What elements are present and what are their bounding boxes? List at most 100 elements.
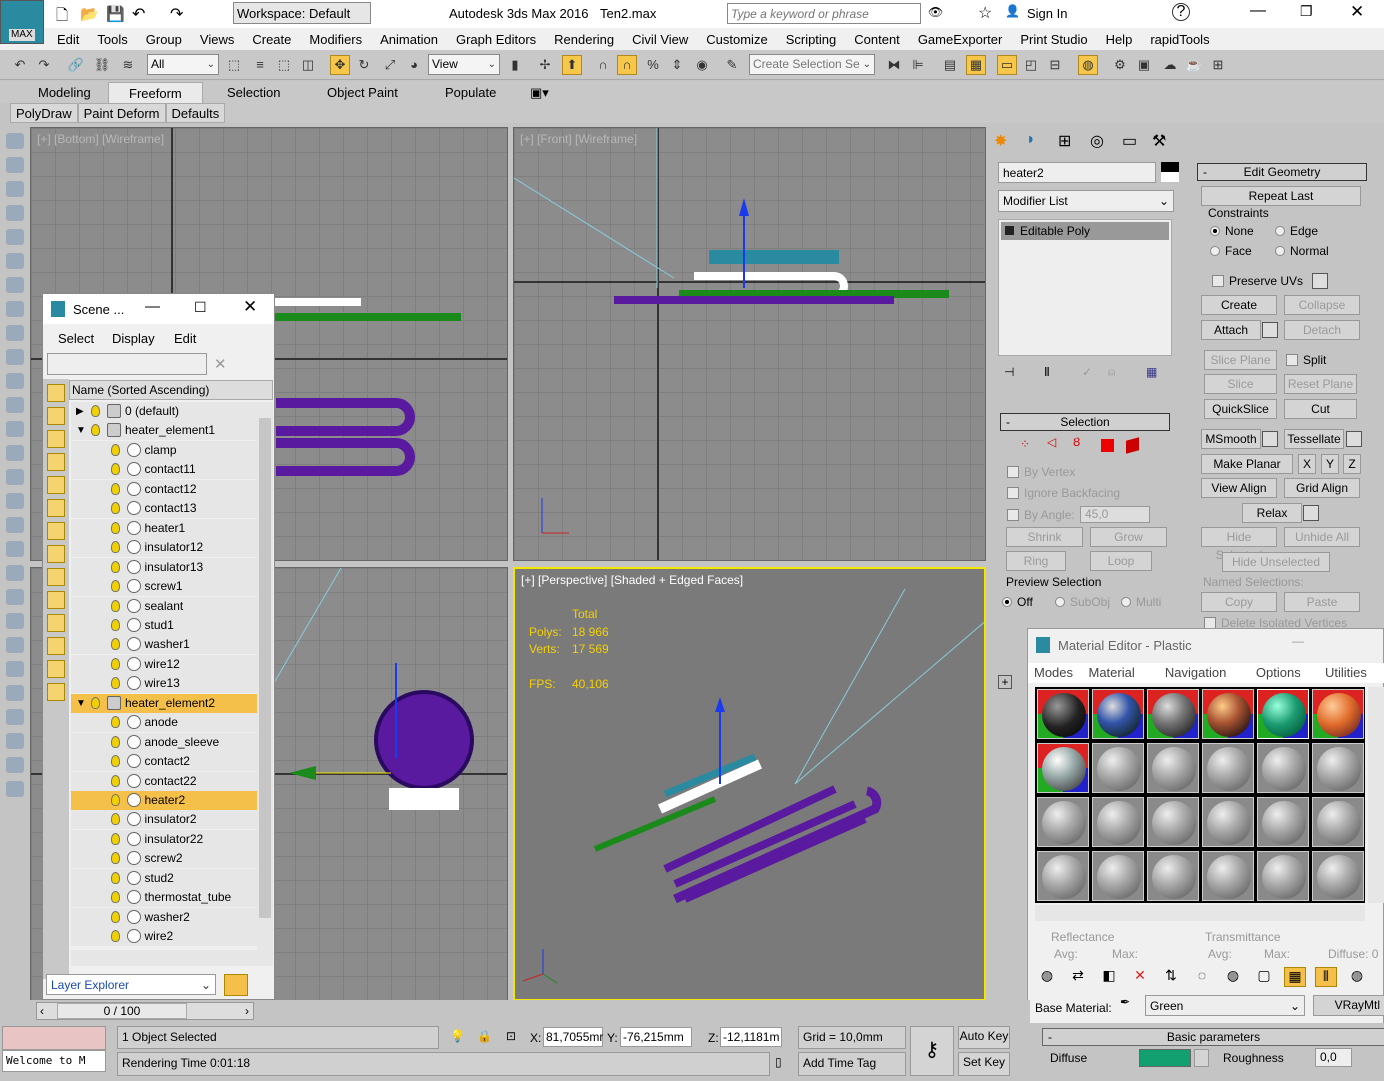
scene-list-item[interactable]: washer2 — [71, 907, 271, 927]
schematic-view-icon[interactable]: ⊟ — [1045, 55, 1065, 75]
object-icon[interactable] — [126, 579, 141, 594]
material-editor-icon[interactable]: ◍ — [1078, 55, 1098, 75]
star-icon[interactable]: ☆ — [978, 3, 992, 23]
menu-customize[interactable]: Customize — [697, 32, 776, 47]
assign-material-icon[interactable]: ◧ — [1098, 967, 1120, 987]
material-sample-slot[interactable] — [1257, 743, 1309, 793]
light-bulb-icon[interactable] — [110, 463, 120, 476]
motion-tab-icon[interactable]: ◎ — [1090, 131, 1104, 151]
scene-list-item[interactable]: wire12 — [71, 654, 271, 674]
cut-button[interactable]: Cut — [1284, 399, 1357, 419]
object-icon[interactable] — [126, 617, 141, 632]
y-coordinate-field[interactable]: -76,215mm — [620, 1027, 692, 1047]
material-sample-slot[interactable] — [1147, 689, 1199, 739]
time-slider[interactable]: ‹ 0 / 100 › — [36, 1002, 254, 1020]
new-file-icon[interactable]: 🗋 — [56, 5, 68, 30]
scene-filter-icon[interactable] — [47, 522, 65, 540]
clear-search-icon[interactable]: ✕ — [214, 355, 227, 373]
scene-list-item[interactable]: wire2 — [71, 927, 271, 947]
planar-z-button[interactable]: Z — [1343, 454, 1361, 474]
layer-manager-icon[interactable]: ▤ — [940, 55, 960, 75]
copy-material-icon[interactable]: ⇅ — [1160, 967, 1182, 987]
maxscript-mini-listener-pink[interactable] — [2, 1026, 106, 1050]
loop-button[interactable]: Loop — [1090, 551, 1152, 571]
diffuse-color-swatch[interactable] — [1139, 1049, 1191, 1067]
subtab-paint-deform[interactable]: Paint Deform — [77, 103, 166, 123]
rendered-frame-icon[interactable]: ▣ — [1134, 55, 1154, 75]
material-sample-slot[interactable] — [1092, 797, 1144, 847]
open-file-icon[interactable]: 📂 — [80, 5, 99, 23]
layer-icon[interactable] — [107, 423, 121, 438]
close-button[interactable]: ✕ — [1350, 2, 1364, 22]
selection-lock-icon[interactable]: 🔒 — [477, 1029, 492, 1043]
material-sample-slot[interactable] — [1037, 743, 1089, 793]
scene-filter-icon[interactable] — [47, 568, 65, 586]
light-bulb-icon[interactable] — [110, 618, 120, 631]
diffuse-map-button[interactable] — [1194, 1049, 1209, 1067]
attach-button[interactable]: Attach — [1201, 320, 1261, 340]
scene-filter-icon[interactable] — [47, 453, 65, 471]
scene-filter-icon[interactable] — [47, 683, 65, 701]
scene-list-item[interactable]: contact22 — [71, 771, 271, 791]
show-map-icon[interactable]: ▦ — [1284, 967, 1306, 987]
put-to-library-icon[interactable]: ◍ — [1222, 967, 1244, 987]
scene-filter-icon[interactable] — [47, 384, 65, 402]
left-tool-icon[interactable] — [6, 229, 24, 245]
quickslice-button[interactable]: QuickSlice — [1204, 399, 1277, 419]
object-icon[interactable] — [126, 481, 141, 496]
left-tool-icon[interactable] — [6, 469, 24, 485]
material-menu-navigation[interactable]: Navigation — [1165, 665, 1226, 680]
viewport-perspective[interactable]: [+] [Perspective] [Shaded + Edged Faces]… — [513, 567, 986, 1001]
menu-rendering[interactable]: Rendering — [545, 32, 623, 47]
scene-list-item[interactable]: anode_sleeve — [71, 732, 271, 752]
scene-filter-icon[interactable] — [47, 545, 65, 563]
tessellate-button[interactable]: Tessellate — [1284, 429, 1344, 449]
scene-list-item[interactable]: contact11 — [71, 460, 271, 480]
planar-x-button[interactable]: X — [1298, 454, 1316, 474]
sample-slots-vscrollbar[interactable] — [1368, 687, 1384, 903]
scene-list-item[interactable]: washer1 — [71, 635, 271, 655]
minimize-button[interactable]: — — [1292, 634, 1304, 648]
basic-parameters-header[interactable]: - Basic parameters — [1042, 1028, 1384, 1046]
expand-rollout-button[interactable]: + — [998, 675, 1012, 689]
slice-plane-button[interactable]: Slice Plane — [1204, 350, 1277, 370]
material-type-button[interactable]: VRayMtl — [1313, 995, 1384, 1016]
light-bulb-icon[interactable] — [110, 813, 120, 826]
scene-list-item[interactable]: anode — [71, 713, 271, 733]
ring-button[interactable]: Ring — [1006, 551, 1066, 571]
left-tool-icon[interactable] — [6, 133, 24, 149]
constraint-normal-radio[interactable]: Normal — [1275, 244, 1329, 258]
reference-coordinate-dropdown[interactable]: View ⌄ — [428, 54, 500, 75]
scene-list-item[interactable]: screw2 — [71, 849, 271, 869]
msmooth-button[interactable]: MSmooth — [1201, 429, 1261, 449]
layer-icon[interactable] — [107, 695, 121, 710]
menu-graph-editors[interactable]: Graph Editors — [447, 32, 545, 47]
keyboard-shortcut-override-icon[interactable]: ⬆ — [562, 55, 582, 75]
scene-filter-icon[interactable] — [47, 476, 65, 494]
modifier-stack-item[interactable]: Editable Poly — [1001, 222, 1169, 240]
menu-edit[interactable]: Edit — [174, 331, 196, 346]
pivot-icon[interactable]: ▮ — [505, 55, 525, 75]
scene-list-item[interactable]: insulator12 — [71, 538, 271, 558]
light-bulb-icon[interactable] — [110, 599, 120, 612]
scene-list-item[interactable]: insulator2 — [71, 810, 271, 830]
object-icon[interactable] — [126, 540, 141, 555]
absolute-mode-icon[interactable]: ⊡ — [506, 1029, 516, 1043]
object-icon[interactable] — [126, 501, 141, 516]
left-tool-icon[interactable] — [6, 301, 24, 317]
preserve-uvs-settings-button[interactable] — [1312, 273, 1328, 289]
left-tool-icon[interactable] — [6, 517, 24, 533]
hide-unselected-button[interactable]: Hide Unselected — [1222, 552, 1330, 572]
element-mode-icon[interactable] — [1126, 437, 1139, 454]
by-vertex-checkbox[interactable]: By Vertex — [1007, 465, 1075, 479]
put-to-scene-icon[interactable]: ⇄ — [1067, 967, 1089, 987]
scene-explorer-icon[interactable]: ▦ — [966, 55, 986, 75]
msmooth-settings-button[interactable] — [1262, 431, 1278, 447]
material-sample-slot[interactable] — [1092, 689, 1144, 739]
redo-icon[interactable]: ↷ — [34, 55, 54, 75]
left-tool-icon[interactable] — [6, 421, 24, 437]
delete-icon[interactable]: ✕ — [1129, 967, 1151, 987]
material-sample-slot[interactable] — [1092, 743, 1144, 793]
menu-edit[interactable]: Edit — [48, 32, 88, 47]
repeat-last-button[interactable]: Repeat Last — [1201, 186, 1361, 206]
